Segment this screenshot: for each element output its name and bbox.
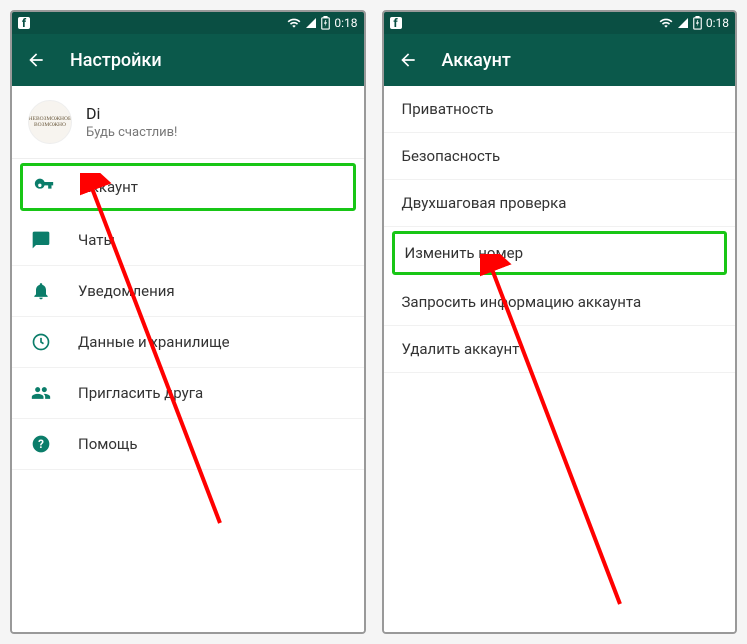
people-icon — [30, 382, 52, 404]
facebook-icon: f — [18, 17, 30, 29]
menu-item-notifications[interactable]: Уведомления — [12, 266, 364, 317]
app-bar-right: Аккаунт — [384, 34, 736, 86]
key-icon — [33, 176, 55, 198]
phone-left: f 0:18 Настройки НЕВОЗМОЖНОЕ ВОЗМОЖНО Di… — [10, 10, 366, 634]
help-icon: ? — [30, 433, 52, 455]
page-title: Настройки — [70, 50, 162, 71]
menu-label: Уведомления — [78, 282, 175, 300]
list-item-security[interactable]: Безопасность — [384, 133, 736, 180]
menu-item-invite[interactable]: Пригласить друга — [12, 368, 364, 419]
menu-label: Пригласить друга — [78, 384, 203, 402]
status-bar: f 0:18 — [384, 12, 736, 34]
wifi-icon — [659, 16, 673, 30]
back-icon[interactable] — [26, 50, 46, 70]
list-item-privacy[interactable]: Приватность — [384, 86, 736, 133]
account-content: Приватность Безопасность Двухшаговая про… — [384, 86, 736, 632]
page-title: Аккаунт — [442, 50, 511, 71]
avatar: НЕВОЗМОЖНОЕ ВОЗМОЖНО — [28, 100, 72, 144]
profile-name: Di — [86, 104, 177, 123]
profile-row[interactable]: НЕВОЗМОЖНОЕ ВОЗМОЖНО Di Будь счастлив! — [12, 86, 364, 159]
signal-icon — [305, 17, 317, 29]
phone-right: f 0:18 Аккаунт Приватность Безопасность … — [382, 10, 738, 634]
settings-content: НЕВОЗМОЖНОЕ ВОЗМОЖНО Di Будь счастлив! А… — [12, 86, 364, 632]
battery-icon — [693, 16, 702, 30]
app-bar-left: Настройки — [12, 34, 364, 86]
data-icon — [30, 331, 52, 353]
menu-item-chats[interactable]: Чаты — [12, 215, 364, 266]
svg-text:?: ? — [38, 437, 44, 451]
chat-icon — [30, 229, 52, 251]
menu-label: Аккаунт — [81, 178, 138, 196]
signal-icon — [677, 17, 689, 29]
status-bar: f 0:18 — [12, 12, 364, 34]
menu-label: Чаты — [78, 231, 115, 249]
list-item-request-info[interactable]: Запросить информацию аккаунта — [384, 279, 736, 326]
facebook-icon: f — [390, 17, 402, 29]
list-item-twostep[interactable]: Двухшаговая проверка — [384, 180, 736, 227]
menu-item-data[interactable]: Данные и хранилище — [12, 317, 364, 368]
menu-item-help[interactable]: ? Помощь — [12, 419, 364, 470]
menu-item-account[interactable]: Аккаунт — [20, 163, 356, 211]
status-time: 0:18 — [334, 16, 357, 30]
list-item-delete[interactable]: Удалить аккаунт — [384, 326, 736, 373]
battery-icon — [321, 16, 330, 30]
back-icon[interactable] — [398, 50, 418, 70]
list-item-change-number[interactable]: Изменить номер — [392, 231, 728, 275]
status-time: 0:18 — [706, 16, 729, 30]
menu-label: Помощь — [78, 435, 138, 453]
menu-label: Данные и хранилище — [78, 333, 230, 351]
wifi-icon — [287, 16, 301, 30]
bell-icon — [30, 280, 52, 302]
profile-status: Будь счастлив! — [86, 125, 177, 140]
